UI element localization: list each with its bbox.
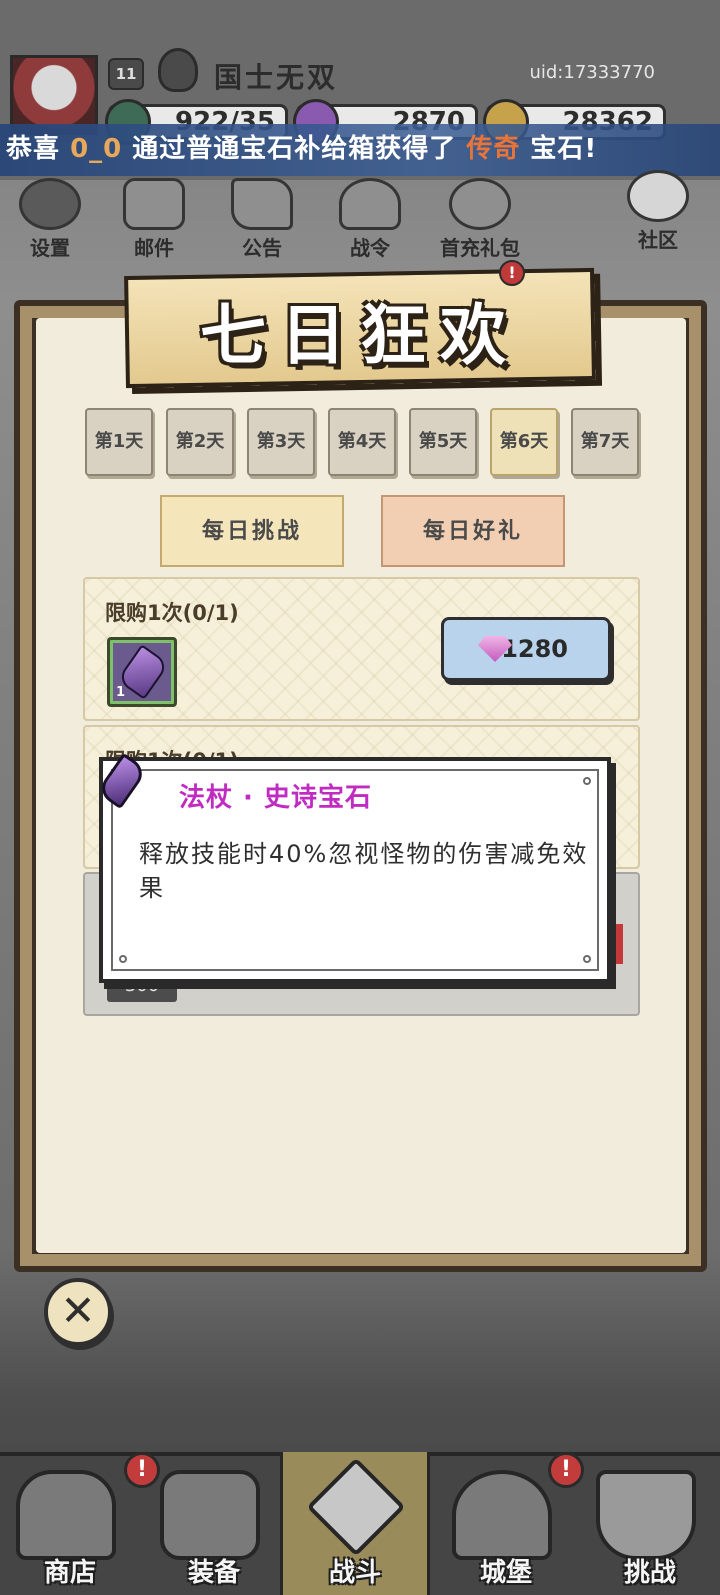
item-count: 1: [116, 685, 126, 700]
offer-card: 限购1次(0/1) 1 1280: [83, 577, 640, 721]
marquee-rarity: 传奇: [466, 134, 521, 164]
item-slot[interactable]: 1: [107, 637, 177, 707]
tab-day-3[interactable]: 第3天: [247, 408, 315, 476]
alert-badge: !: [124, 1452, 160, 1488]
bottom-nav-shop-label: 商店: [43, 1558, 96, 1588]
tooltip-corner: [583, 955, 591, 963]
nav-notice-label: 公告: [242, 236, 282, 260]
purchase-limit: 限购1次(0/1): [105, 601, 239, 625]
backpack-icon: [160, 1470, 260, 1560]
nav-battle-pass-label: 战令: [350, 236, 390, 260]
nav-mail-label: 邮件: [134, 236, 174, 260]
castle-icon: [452, 1470, 552, 1560]
marquee-player: 0_0: [70, 134, 123, 164]
bottom-nav-castle-label: 城堡: [479, 1558, 532, 1588]
tab-day-4[interactable]: 第4天: [328, 408, 396, 476]
buy-button[interactable]: 1280: [441, 617, 611, 681]
buy-price: 1280: [501, 635, 568, 663]
bottom-nav-battle[interactable]: 战斗: [280, 1452, 430, 1595]
shield-icon: [596, 1470, 696, 1560]
panel-title: 七日狂欢: [200, 296, 520, 374]
bottom-nav-challenge[interactable]: 挑战: [580, 1452, 720, 1595]
bottom-nav-battle-label: 战斗: [328, 1558, 381, 1588]
player-name: 国士无双: [214, 61, 339, 94]
price-tag-marker: [611, 924, 623, 964]
nav-notice[interactable]: 公告: [226, 178, 298, 260]
tooltip-description: 释放技能时40%忽视怪物的伤害减免效果: [139, 840, 589, 902]
home-icon: [627, 170, 689, 222]
gift-bag-icon: [449, 178, 511, 230]
nav-first-recharge-label: 首充礼包: [440, 236, 520, 260]
close-icon: ✕: [60, 1286, 96, 1335]
tab-day-5[interactable]: 第5天: [409, 408, 477, 476]
scroll-icon: [231, 178, 293, 230]
tab-daily-gift[interactable]: 每日好礼: [381, 495, 565, 567]
tab-daily-challenge[interactable]: 每日挑战: [160, 495, 344, 567]
nav-first-recharge[interactable]: 首充礼包: [432, 178, 528, 260]
nav-settings[interactable]: 设置: [14, 178, 86, 260]
tab-day-1[interactable]: 第1天: [85, 408, 153, 476]
tooltip-title: 法杖 · 史诗宝石: [179, 783, 372, 813]
nav-community[interactable]: 社区: [622, 170, 694, 252]
alert-badge: !: [548, 1452, 584, 1488]
nav-mail[interactable]: 邮件: [118, 178, 190, 260]
tab-day-7[interactable]: 第7天: [571, 408, 639, 476]
tooltip-corner: [119, 955, 127, 963]
bottom-nav-equipment-label: 装备: [187, 1558, 240, 1588]
nav-community-label: 社区: [638, 228, 678, 252]
bottom-nav-challenge-label: 挑战: [623, 1558, 676, 1588]
nav-battle-pass[interactable]: 战令: [334, 178, 406, 260]
close-button[interactable]: ✕: [44, 1278, 112, 1346]
uid-label: uid:17333770: [529, 62, 655, 83]
announcement-marquee: 恭喜 0_0 通过普通宝石补给箱获得了 传奇 宝石!: [0, 124, 720, 176]
avatar[interactable]: [10, 55, 98, 135]
battle-pass-icon: [339, 178, 401, 230]
crossed-swords-icon: [306, 1457, 406, 1557]
trophy-icon[interactable]: [158, 48, 198, 92]
level-badge: 11: [108, 58, 144, 90]
tooltip-corner: [583, 777, 591, 785]
tab-day-6[interactable]: 第6天: [490, 408, 558, 476]
bottom-nav-shop[interactable]: 商店: [0, 1452, 140, 1595]
tooltip-gem-icon: [95, 752, 149, 810]
item-tooltip: 法杖 · 史诗宝石 释放技能时40%忽视怪物的伤害减免效果: [95, 752, 611, 983]
gear-icon: [19, 178, 81, 230]
marquee-middle: 通过普通宝石补给箱获得了: [122, 134, 467, 164]
marquee-suffix: 宝石!: [520, 134, 598, 164]
bottom-nav-equipment[interactable]: 装备: [144, 1452, 284, 1595]
mail-icon: [123, 178, 185, 230]
alert-badge: !: [499, 260, 525, 286]
nav-settings-label: 设置: [30, 236, 70, 260]
shop-icon: [16, 1470, 116, 1560]
marquee-prefix: 恭喜: [6, 134, 71, 164]
tab-day-2[interactable]: 第2天: [166, 408, 234, 476]
